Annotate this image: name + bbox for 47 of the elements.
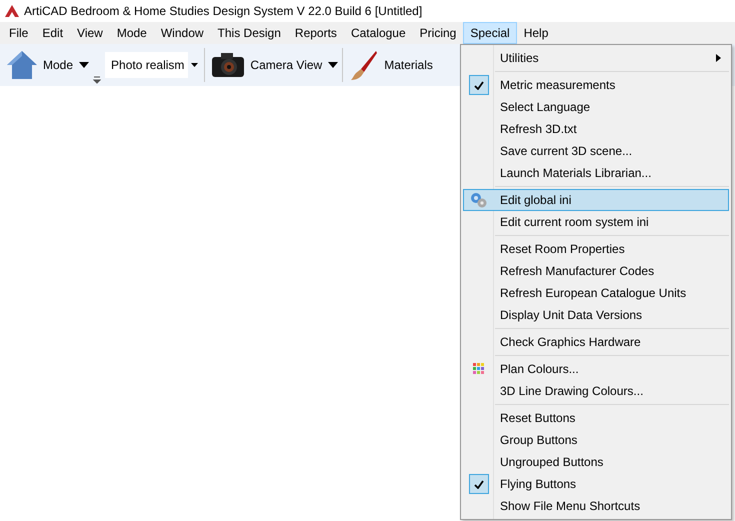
menu-item[interactable]: Reset Room Properties: [463, 238, 729, 260]
menu-item[interactable]: Refresh 3D.txt: [463, 118, 729, 140]
menu-item[interactable]: 3D Line Drawing Colours...: [463, 380, 729, 402]
menu-item[interactable]: Metric measurements: [463, 74, 729, 96]
overflow-icon[interactable]: [93, 76, 102, 84]
dropdown-arrow-icon[interactable]: [190, 63, 198, 67]
menu-item[interactable]: Plan Colours...: [463, 358, 729, 380]
menu-item[interactable]: Show File Menu Shortcuts: [463, 495, 729, 517]
menu-item[interactable]: Mode: [110, 22, 154, 44]
window-title: ArtiCAD Bedroom & Home Studies Design System V 22.0 Build 6 [Untitled]: [24, 4, 422, 18]
house-icon: [6, 50, 38, 80]
menu-item[interactable]: Pricing: [412, 22, 464, 44]
menu-item[interactable]: Utilities: [463, 47, 729, 69]
menu-item[interactable]: Help: [516, 22, 556, 44]
menu-item[interactable]: Catalogue: [344, 22, 413, 44]
menu-item[interactable]: This Design: [210, 22, 288, 44]
menu-item[interactable]: Flying Buttons: [463, 473, 729, 495]
menu-item[interactable]: Edit: [35, 22, 70, 44]
gears-icon: [470, 192, 488, 208]
menu-item[interactable]: Refresh European Catalogue Units: [463, 282, 729, 304]
dropdown-arrow-icon[interactable]: [328, 61, 338, 69]
menu-item[interactable]: Display Unit Data Versions: [463, 304, 729, 326]
menu-item[interactable]: Select Language: [463, 96, 729, 118]
menu-item[interactable]: Launch Materials Librarian...: [463, 162, 729, 184]
menu-item[interactable]: Reset Buttons: [463, 407, 729, 429]
menu-item[interactable]: Edit global ini: [463, 189, 729, 211]
menu-item[interactable]: File: [2, 22, 36, 44]
render-mode-dropdown[interactable]: Photo realism: [105, 52, 200, 78]
menu-item[interactable]: Save current 3D scene...: [463, 140, 729, 162]
colour-grid-icon: [473, 363, 485, 375]
menu-item[interactable]: Check Graphics Hardware: [463, 331, 729, 353]
menu-item[interactable]: View: [70, 22, 110, 44]
camera-icon: [211, 51, 246, 79]
menu-item[interactable]: Special: [463, 22, 517, 44]
materials-button[interactable]: Materials: [347, 46, 435, 84]
menu-item[interactable]: Ungrouped Buttons: [463, 451, 729, 473]
app-logo-icon: [4, 4, 20, 18]
camera-view-button[interactable]: Camera View: [209, 46, 324, 84]
dropdown-arrow-icon[interactable]: [79, 61, 90, 69]
mode-button[interactable]: Mode: [4, 46, 76, 84]
paintbrush-icon: [349, 49, 380, 81]
menu-item[interactable]: Edit current room system ini: [463, 211, 729, 233]
menu-item[interactable]: Reports: [288, 22, 344, 44]
submenu-arrow-icon: [716, 54, 722, 62]
menu-item[interactable]: Refresh Manufacturer Codes: [463, 260, 729, 282]
menu-item[interactable]: Group Buttons: [463, 429, 729, 451]
menu-item[interactable]: Window: [154, 22, 211, 44]
